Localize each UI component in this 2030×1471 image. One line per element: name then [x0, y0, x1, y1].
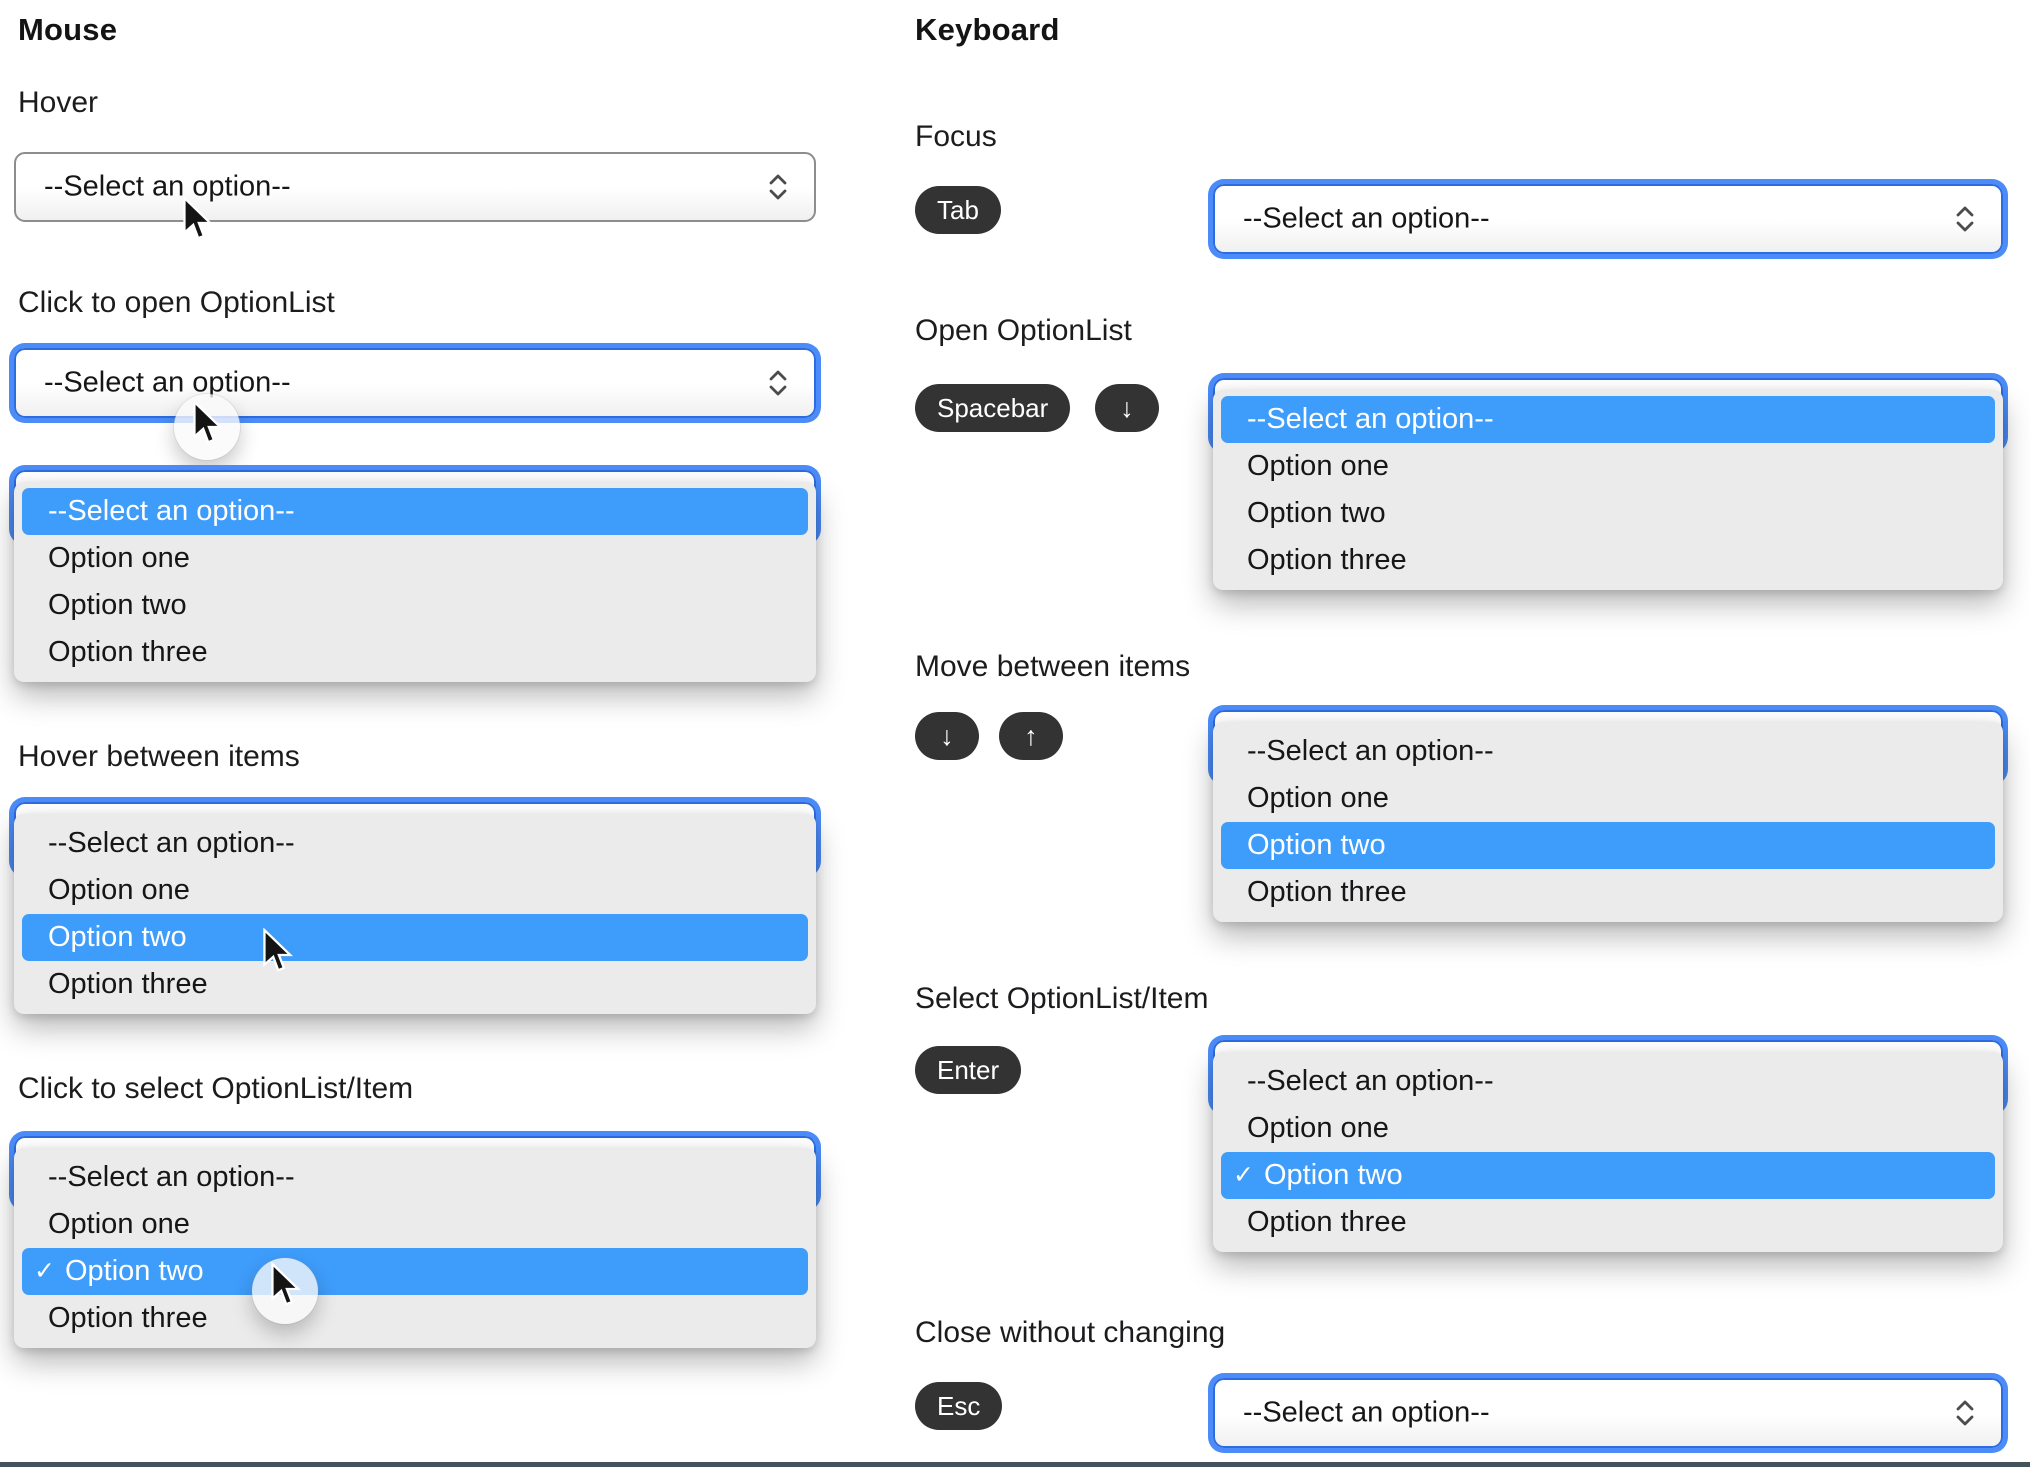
- select-item-section-label: Select OptionList/Item: [915, 982, 1209, 1015]
- option-list: --Select an option-- Option one Option t…: [14, 482, 816, 682]
- option-item[interactable]: Option two: [14, 582, 816, 629]
- option-item-hovered[interactable]: Option two: [22, 914, 808, 961]
- option-item[interactable]: Option three: [1213, 537, 2003, 584]
- select-value: --Select an option--: [44, 366, 291, 399]
- optionlist-demo-move-keyboard: --Select an option-- Option one Option t…: [1213, 710, 2003, 922]
- option-item[interactable]: Option one: [1213, 1105, 2003, 1152]
- option-item[interactable]: Option three: [14, 1295, 816, 1342]
- click-select-section-label: Click to select OptionList/Item: [18, 1072, 414, 1105]
- option-item[interactable]: Option one: [1213, 443, 2003, 490]
- key-enter: Enter: [915, 1046, 1022, 1094]
- option-item-selected[interactable]: ✓ Option two: [22, 1248, 808, 1295]
- select-value: --Select an option--: [44, 170, 291, 203]
- hover-section-label: Hover: [18, 86, 99, 119]
- option-item-selected[interactable]: ✓ Option two: [1221, 1152, 1995, 1199]
- mouse-column-title: Mouse: [18, 12, 118, 47]
- optionlist-demo-open-keyboard: --Select an option-- Option one Option t…: [1213, 378, 2003, 590]
- key-esc: Esc: [915, 1382, 1003, 1430]
- option-item[interactable]: Option three: [1213, 869, 2003, 916]
- page: Mouse Hover --Select an option-- Click t…: [0, 0, 2030, 1471]
- option-item[interactable]: --Select an option--: [14, 820, 816, 867]
- bottom-divider: [0, 1462, 2030, 1467]
- checkmark-icon: ✓: [34, 1257, 55, 1285]
- chevron-updown-icon: [1956, 206, 1974, 232]
- select-click-open[interactable]: --Select an option--: [14, 348, 816, 418]
- option-item[interactable]: Option one: [14, 1201, 816, 1248]
- close-section-label: Close without changing: [915, 1316, 1226, 1349]
- checkmark-icon: ✓: [1233, 1161, 1254, 1189]
- option-item[interactable]: Option three: [14, 961, 816, 1008]
- optionlist-demo-hover-items: --Select an option-- Option one Option t…: [14, 802, 816, 1014]
- option-item-active[interactable]: Option two: [1221, 822, 1995, 869]
- chevron-updown-icon: [769, 370, 787, 396]
- option-item[interactable]: Option two: [1213, 490, 2003, 537]
- key-tab: Tab: [915, 186, 1001, 234]
- click-open-section-label: Click to open OptionList: [18, 286, 335, 319]
- select-focused[interactable]: --Select an option--: [1213, 184, 2003, 254]
- select-hover[interactable]: --Select an option--: [14, 152, 816, 222]
- option-item[interactable]: Option three: [14, 629, 816, 676]
- option-list: --Select an option-- Option one Option t…: [14, 814, 816, 1014]
- option-list: --Select an option-- Option one Option t…: [1213, 390, 2003, 590]
- option-list: --Select an option-- Option one ✓ Option…: [14, 1148, 816, 1348]
- key-arrow-down: ↓: [1095, 384, 1159, 432]
- option-item[interactable]: Option one: [14, 535, 816, 582]
- keyboard-column-title: Keyboard: [915, 12, 1060, 47]
- option-item[interactable]: Option one: [1213, 775, 2003, 822]
- option-item-selected[interactable]: --Select an option--: [1221, 396, 1995, 443]
- option-item[interactable]: Option one: [14, 867, 816, 914]
- focus-section-label: Focus: [915, 120, 997, 153]
- option-list: --Select an option-- Option one Option t…: [1213, 722, 2003, 922]
- optionlist-demo-click-select: --Select an option-- Option one ✓ Option…: [14, 1136, 816, 1348]
- chevron-updown-icon: [1956, 1400, 1974, 1426]
- select-value: --Select an option--: [1243, 1396, 1490, 1429]
- click-halo: [174, 394, 240, 460]
- optionlist-demo-open: --Select an option-- Option one Option t…: [14, 470, 816, 682]
- key-spacebar: Spacebar: [915, 384, 1071, 432]
- option-list: --Select an option-- Option one ✓ Option…: [1213, 1052, 2003, 1252]
- option-item[interactable]: --Select an option--: [14, 1154, 816, 1201]
- click-halo: [252, 1258, 318, 1324]
- option-item[interactable]: --Select an option--: [1213, 728, 2003, 775]
- open-optionlist-section-label: Open OptionList: [915, 314, 1132, 347]
- option-item[interactable]: Option three: [1213, 1199, 2003, 1246]
- hover-items-section-label: Hover between items: [18, 740, 300, 773]
- optionlist-demo-select-keyboard: --Select an option-- Option one ✓ Option…: [1213, 1040, 2003, 1252]
- key-arrow-up: ↑: [999, 712, 1063, 760]
- select-value: --Select an option--: [1243, 202, 1490, 235]
- option-item-label: Option two: [1263, 1159, 1403, 1191]
- move-items-section-label: Move between items: [915, 650, 1191, 683]
- select-close-focused[interactable]: --Select an option--: [1213, 1378, 2003, 1448]
- option-item-selected[interactable]: --Select an option--: [22, 488, 808, 535]
- option-item-label: Option two: [64, 1255, 204, 1287]
- option-item[interactable]: --Select an option--: [1213, 1058, 2003, 1105]
- key-arrow-down: ↓: [915, 712, 979, 760]
- chevron-updown-icon: [769, 174, 787, 200]
